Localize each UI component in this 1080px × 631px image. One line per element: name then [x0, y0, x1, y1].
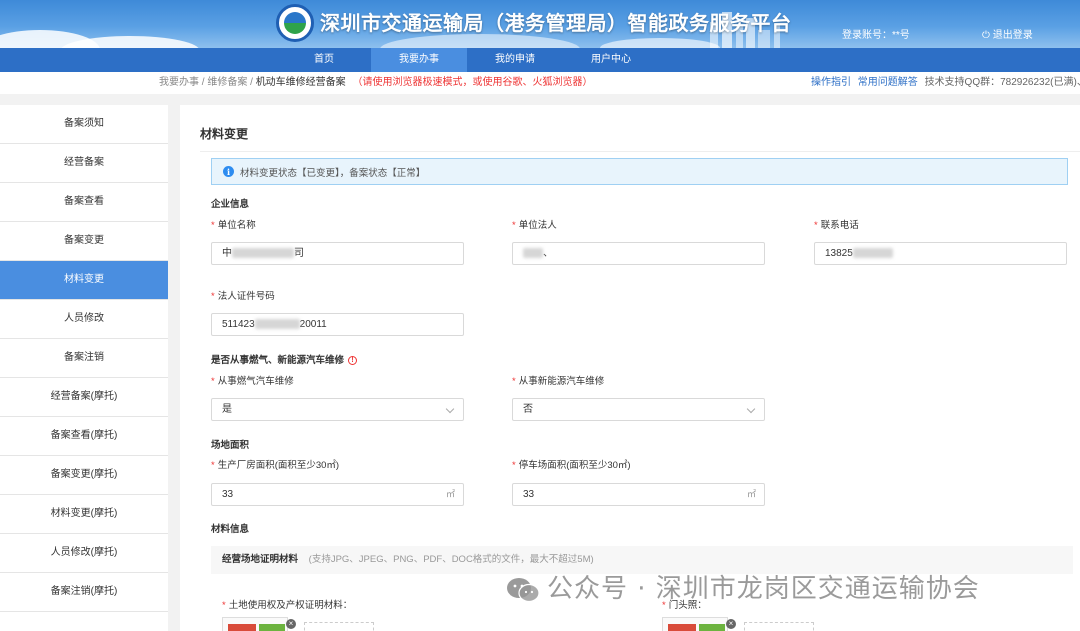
- warning-icon[interactable]: !: [348, 355, 358, 365]
- cloud-decoration: [380, 34, 580, 48]
- guide-link[interactable]: 操作指引: [811, 77, 851, 88]
- ev-repair-select[interactable]: 否: [512, 398, 765, 421]
- unit-label: ㎡: [445, 489, 455, 499]
- section-area: 场地面积: [211, 440, 250, 451]
- sidebar-item-moto-staff[interactable]: 人员修改(摩托): [0, 534, 168, 573]
- nav-home[interactable]: 首页: [276, 48, 372, 72]
- id-number-field[interactable]: 511423 20011: [211, 313, 464, 336]
- divider: [200, 151, 1080, 152]
- watermark-text: 公众号 · 深圳市龙岗区交通运输协会: [547, 574, 980, 604]
- sidebar-item-notice[interactable]: 备案须知: [0, 105, 168, 144]
- sidebar-item-view[interactable]: 备案查看: [0, 183, 168, 222]
- phone-field[interactable]: 13825: [814, 242, 1067, 265]
- account-label: 登录账号：**号: [842, 30, 910, 41]
- phone-label: * 联系电话: [814, 220, 859, 231]
- land-proof-thumbnail[interactable]: [222, 617, 288, 631]
- site-header: 深圳市交通运输局（港务管理局）智能政务服务平台 登录账号：**号 ⏻ 退出登录: [0, 0, 1080, 48]
- gas-repair-select[interactable]: 是: [211, 398, 464, 421]
- breadcrumb: 我要办事 / 维修备案 / 机动车维修经营备案 （请使用浏览器极速模式，或使用谷…: [159, 72, 592, 94]
- door-photo-thumbnail[interactable]: [662, 617, 728, 631]
- nav-my-applications[interactable]: 我的申请: [467, 48, 563, 72]
- sidebar-item-moto-filing[interactable]: 经营备案(摩托): [0, 378, 168, 417]
- section-fuel: 是否从事燃气、新能源汽车维修!: [211, 352, 358, 366]
- nav-user-center[interactable]: 用户中心: [563, 48, 659, 72]
- help-links: 操作指引 常用问题解答 技术支持QQ群：782926232(已满)、1: [811, 72, 1080, 94]
- breadcrumb-bar: 我要办事 / 维修备案 / 机动车维修经营备案 （请使用浏览器极速模式，或使用谷…: [0, 72, 1080, 94]
- id-number-label: * 法人证件号码: [211, 291, 275, 302]
- watermark: 公众号 · 深圳市龙岗区交通运输协会: [505, 568, 980, 605]
- chevron-down-icon: [746, 404, 756, 414]
- sidebar-item-change[interactable]: 备案变更: [0, 222, 168, 261]
- logout-label: 退出登录: [992, 30, 1033, 41]
- site-title: 深圳市交通运输局（港务管理局）智能政务服务平台: [320, 11, 792, 35]
- browser-warning: （请使用浏览器极速模式，或使用谷歌、火狐浏览器）: [352, 77, 593, 88]
- power-icon: ⏻: [982, 30, 993, 41]
- sidebar-item-material-change[interactable]: 材料变更: [0, 261, 168, 300]
- upload-hint: (支持JPG、JPEG、PNG、PDF、DOC格式的文件，最大不超过5M): [308, 554, 594, 565]
- sidebar-item-moto-material[interactable]: 材料变更(摩托): [0, 495, 168, 534]
- close-icon[interactable]: ×: [726, 619, 736, 629]
- status-alert: i 材料变更状态【已变更】，备案状态【正常】: [211, 158, 1068, 185]
- wechat-icon: [507, 577, 540, 602]
- logout-button[interactable]: ⏻ 退出登录: [982, 26, 1033, 41]
- upload-add-slot[interactable]: [744, 622, 814, 631]
- upload-add-slot[interactable]: [304, 622, 374, 631]
- faq-link[interactable]: 常用问题解答: [858, 77, 918, 88]
- main-panel: 材料变更 i 材料变更状态【已变更】，备案状态【正常】 企业信息 * 单位名称 *…: [180, 105, 1080, 631]
- site-logo[interactable]: [276, 4, 314, 42]
- sidebar-item-moto-cancel[interactable]: 备案注销(摩托): [0, 573, 168, 612]
- factory-area-label: * 生产厂房面积(面积至少30㎡): [211, 460, 340, 471]
- breadcrumb-current: 机动车维修经营备案: [255, 77, 346, 88]
- sidebar-item-moto-change[interactable]: 备案变更(摩托): [0, 456, 168, 495]
- gas-repair-label: * 从事燃气汽车维修: [211, 376, 294, 387]
- support-text: 技术支持QQ群：782926232(已满)、1: [924, 77, 1080, 88]
- company-name-label: * 单位名称: [211, 220, 256, 231]
- sidebar: 备案须知 经营备案 备案查看 备案变更 材料变更 人员修改 备案注销 经营备案(…: [0, 105, 168, 631]
- alert-text: 材料变更状态【已变更】，备案状态【正常】: [240, 167, 426, 179]
- nav-services[interactable]: 我要办事: [371, 48, 467, 72]
- top-nav: 首页 我要办事 我的申请 用户中心: [0, 48, 1080, 72]
- page-title: 材料变更: [200, 127, 249, 141]
- legal-person-field[interactable]: 、: [512, 242, 765, 265]
- close-icon[interactable]: ×: [286, 619, 296, 629]
- factory-area-input[interactable]: 33 ㎡: [211, 483, 464, 506]
- sidebar-item-filing[interactable]: 经营备案: [0, 144, 168, 183]
- parking-area-label: * 停车场面积(面积至少30㎡): [512, 460, 631, 471]
- upload-title: 经营场地证明材料: [222, 554, 299, 565]
- sidebar-item-moto-view[interactable]: 备案查看(摩托): [0, 417, 168, 456]
- legal-person-label: * 单位法人: [512, 220, 557, 231]
- section-enterprise: 企业信息: [211, 199, 250, 210]
- sidebar-item-cancel[interactable]: 备案注销: [0, 339, 168, 378]
- parking-area-input[interactable]: 33 ㎡: [512, 483, 765, 506]
- ev-repair-label: * 从事新能源汽车维修: [512, 376, 605, 387]
- section-material: 材料信息: [211, 524, 250, 535]
- sidebar-item-staff[interactable]: 人员修改: [0, 300, 168, 339]
- land-proof-label: * 土地使用权及产权证明材料：: [222, 600, 353, 611]
- breadcrumb-path[interactable]: 我要办事 / 维修备案 /: [159, 77, 253, 88]
- info-icon: i: [223, 166, 234, 177]
- company-name-field[interactable]: 中司: [211, 242, 464, 265]
- chevron-down-icon: [445, 404, 455, 414]
- unit-label: ㎡: [746, 489, 756, 499]
